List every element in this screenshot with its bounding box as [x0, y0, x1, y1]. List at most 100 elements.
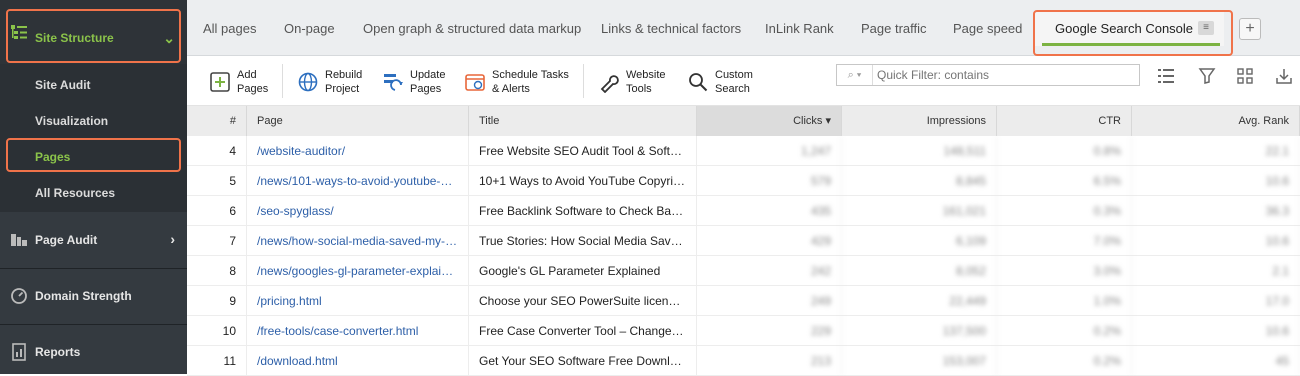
cell-title: 10+1 Ways to Avoid YouTube Copyri… [469, 166, 697, 196]
website-tools-button[interactable]: Website Tools [598, 62, 666, 102]
custom-search-button[interactable]: Custom Search [687, 62, 753, 102]
cell-page[interactable]: /download.html [247, 346, 469, 376]
cell-title: True Stories: How Social Media Sav… [469, 226, 697, 256]
update-pages-button[interactable]: Update Pages [382, 62, 445, 102]
tab-on-page[interactable]: On-page [284, 21, 335, 36]
table-row[interactable]: 7/news/how-social-media-saved-my-lif… Tru… [187, 226, 1300, 256]
tab-all-pages[interactable]: All pages [203, 21, 256, 36]
table-row[interactable]: 4/website-auditor/Free Website SEO Audit… [187, 136, 1300, 166]
table-row[interactable]: 5/news/101-ways-to-avoid-youtube-copy… 10… [187, 166, 1300, 196]
sidebar-item-page-audit[interactable]: Page Audit › [0, 212, 187, 268]
sidebar-item-label: Domain Strength [35, 289, 132, 303]
column-header-num[interactable]: # [187, 106, 247, 136]
globe-icon [298, 72, 318, 92]
table-row[interactable]: 11/download.html Get Your SEO Software Fr… [187, 346, 1300, 376]
cell-impressions: 153,007 [842, 346, 997, 376]
table-row[interactable]: 6/seo-spyglass/Free Backlink Software to… [187, 196, 1300, 226]
cell-clicks: 229 [697, 316, 842, 346]
grid-view-icon[interactable] [1236, 67, 1254, 85]
cell-title: Free Website SEO Audit Tool & Soft… [469, 136, 697, 166]
cell-ctr: 6.5% [997, 166, 1132, 196]
tab-inlink-rank[interactable]: InLink Rank [765, 21, 834, 36]
add-pages-button[interactable]: Add Pages [209, 62, 268, 102]
cell-rank: 10.6 [1132, 226, 1300, 256]
cell-num: 7 [187, 226, 247, 256]
cell-ctr: 7.0% [997, 226, 1132, 256]
reports-icon [12, 343, 26, 361]
list-view-icon[interactable] [1157, 67, 1175, 85]
add-pages-label: Add Pages [237, 69, 269, 95]
cell-impressions: 161,021 [842, 196, 997, 226]
cell-clicks: 213 [697, 346, 842, 376]
cell-clicks: 435 [697, 196, 842, 226]
cell-ctr: 0.2% [997, 316, 1132, 346]
update-icon [384, 74, 403, 91]
column-header-ctr[interactable]: CTR [997, 106, 1132, 136]
cell-num: 6 [187, 196, 247, 226]
sidebar-item-all-resources[interactable]: All Resources [35, 186, 115, 200]
tab-page-speed[interactable]: Page speed [953, 21, 1022, 36]
cell-impressions: 8,845 [842, 166, 997, 196]
sort-desc-icon: ▾ [825, 115, 831, 127]
cell-impressions: 8,052 [842, 256, 997, 286]
cell-clicks: 242 [697, 256, 842, 286]
custom-search-label: Custom Search [715, 69, 753, 95]
column-header-avg-rank[interactable]: Avg. Rank [1132, 106, 1300, 136]
website-tools-label: Website Tools [626, 69, 666, 95]
gauge-icon [11, 288, 27, 304]
cell-num: 10 [187, 316, 247, 346]
column-header-clicks[interactable]: Clicks ▾ [697, 106, 842, 136]
cell-page[interactable]: /free-tools/case-converter.html [247, 316, 469, 346]
cell-ctr: 1.0% [997, 286, 1132, 316]
column-header-page[interactable]: Page [247, 106, 469, 136]
cell-page[interactable]: /website-auditor/ [247, 136, 469, 166]
add-tab-button[interactable]: + [1239, 18, 1261, 40]
sidebar-item-visualization[interactable]: Visualization [35, 114, 108, 128]
schedule-label: Schedule Tasks & Alerts [492, 69, 569, 95]
cell-ctr: 0.8% [997, 136, 1132, 166]
cell-title: Free Case Converter Tool – Change… [469, 316, 697, 346]
cell-num: 4 [187, 136, 247, 166]
sidebar-item-reports[interactable]: Reports [0, 325, 187, 374]
export-icon[interactable] [1275, 67, 1293, 85]
sidebar-item-site-audit[interactable]: Site Audit [35, 78, 91, 92]
cell-clicks: 1,247 [697, 136, 842, 166]
cell-rank: 22.1 [1132, 136, 1300, 166]
filter-icon[interactable] [1198, 67, 1216, 85]
cell-clicks: 429 [697, 226, 842, 256]
quick-filter-input[interactable] [877, 65, 1137, 85]
cell-rank: 36.3 [1132, 196, 1300, 226]
sidebar-item-domain-strength[interactable]: Domain Strength [0, 269, 187, 324]
cell-page[interactable]: /news/101-ways-to-avoid-youtube-copy… [247, 166, 469, 196]
table-row[interactable]: 8/news/googles-gl-parameter-explaine… Goo… [187, 256, 1300, 286]
cell-num: 8 [187, 256, 247, 286]
highlight-frame [6, 138, 181, 172]
cell-title: Get Your SEO Software Free Downl… [469, 346, 697, 376]
cell-ctr: 0.3% [997, 196, 1132, 226]
rebuild-project-button[interactable]: Rebuild Project [297, 62, 362, 102]
cell-page[interactable]: /news/how-social-media-saved-my-lif… [247, 226, 469, 256]
column-header-impressions[interactable]: Impressions [842, 106, 997, 136]
update-label: Update Pages [410, 69, 446, 95]
schedule-tasks-button[interactable]: Schedule Tasks & Alerts [464, 62, 569, 102]
cell-ctr: 3.0% [997, 256, 1132, 286]
toolbar: Add Pages Rebuild Project Update Pages S… [187, 56, 1300, 106]
divider [282, 64, 283, 98]
cell-page[interactable]: /news/googles-gl-parameter-explaine… [247, 256, 469, 286]
cell-title: Free Backlink Software to Check Ba… [469, 196, 697, 226]
table-row[interactable]: 9/pricing.html Choose your SEO PowerSuite… [187, 286, 1300, 316]
filter-search-icon[interactable]: ⌕ ▾ [837, 65, 873, 85]
table-row[interactable]: 10/free-tools/case-converter.html Free Ca… [187, 316, 1300, 346]
tab-open-graph[interactable]: Open graph & structured data markup [363, 21, 581, 36]
cell-page[interactable]: /seo-spyglass/ [247, 196, 469, 226]
calendar-icon [465, 74, 485, 91]
chevron-right-icon: › [170, 231, 175, 247]
cell-title: Choose your SEO PowerSuite licen… [469, 286, 697, 316]
column-header-title[interactable]: Title [469, 106, 697, 136]
cell-rank: 10.6 [1132, 316, 1300, 346]
add-icon [210, 72, 230, 92]
tab-page-traffic[interactable]: Page traffic [861, 21, 927, 36]
tab-links-technical[interactable]: Links & technical factors [601, 21, 741, 36]
quick-filter[interactable]: ⌕ ▾ [836, 64, 1140, 86]
cell-page[interactable]: /pricing.html [247, 286, 469, 316]
